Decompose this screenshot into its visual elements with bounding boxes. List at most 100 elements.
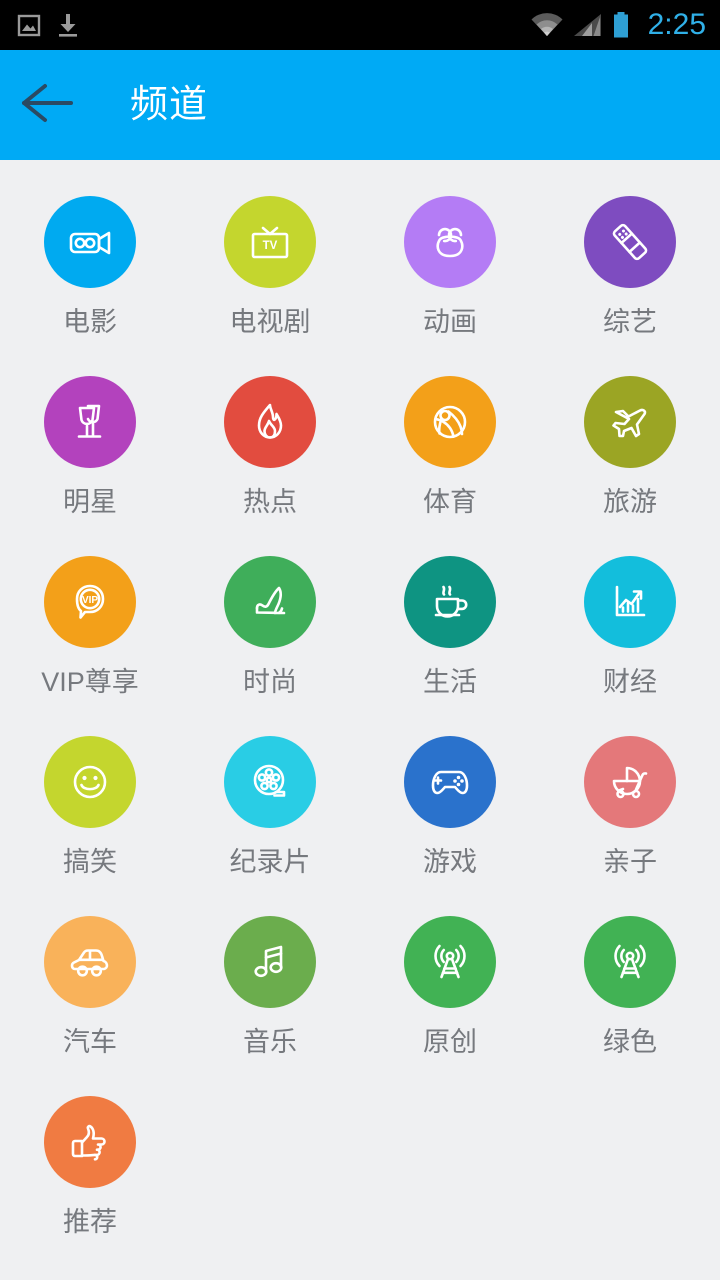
channel-label: 明星 <box>63 487 117 517</box>
channel-label: 汽车 <box>63 1027 117 1057</box>
channel-icon-circle[interactable] <box>584 736 676 828</box>
status-bar: 2:25 <box>0 0 720 50</box>
music-note-icon <box>246 938 294 986</box>
channel-item[interactable]: 生活 <box>360 552 540 732</box>
app-bar: 频道 <box>0 50 720 160</box>
channel-label: 亲子 <box>603 847 657 877</box>
channel-label: 音乐 <box>243 1027 297 1057</box>
channel-item[interactable]: VIP VIP尊享 <box>0 552 180 732</box>
remote-control-icon <box>606 218 654 266</box>
channel-label: 财经 <box>603 667 657 697</box>
channel-icon-circle[interactable] <box>224 916 316 1008</box>
channel-grid: 电影 TV 电视剧 动画 综艺 明星 热点 体育 旅游 VIP VIP尊享 时尚… <box>0 160 720 1272</box>
channel-item[interactable]: 动画 <box>360 192 540 372</box>
channel-item[interactable]: 音乐 <box>180 912 360 1092</box>
airplane-icon <box>606 398 654 446</box>
channel-item[interactable]: 推荐 <box>0 1092 180 1272</box>
svg-text:TV: TV <box>263 240 278 252</box>
film-reel-icon <box>246 758 294 806</box>
page-title: 频道 <box>130 84 209 126</box>
phone-screen: 2:25 频道 电影 TV 电视剧 动画 综艺 明星 热点 体育 旅游 VIP … <box>0 0 720 1280</box>
channel-icon-circle[interactable] <box>584 556 676 648</box>
channel-label: 时尚 <box>243 667 297 697</box>
channel-label: 综艺 <box>603 307 657 337</box>
channel-icon-circle[interactable] <box>44 916 136 1008</box>
cellular-signal-icon <box>573 12 603 38</box>
channel-icon-circle[interactable] <box>584 376 676 468</box>
flame-icon <box>246 398 294 446</box>
basketball-icon <box>426 398 474 446</box>
channel-label: 电视剧 <box>229 307 311 337</box>
channel-icon-circle[interactable]: TV <box>224 196 316 288</box>
channel-label: 生活 <box>423 667 477 697</box>
download-icon <box>56 12 80 38</box>
channel-label: 绿色 <box>603 1027 657 1057</box>
video-camera-icon <box>66 218 114 266</box>
channel-icon-circle[interactable] <box>224 736 316 828</box>
channel-item[interactable]: 财经 <box>540 552 720 732</box>
channel-icon-circle[interactable] <box>44 376 136 468</box>
svg-text:VIP: VIP <box>82 595 98 606</box>
broadcast-tower-icon <box>606 938 654 986</box>
channel-label: 热点 <box>243 487 297 517</box>
channel-label: 旅游 <box>603 487 657 517</box>
channel-item[interactable]: 明星 <box>0 372 180 552</box>
channel-icon-circle[interactable]: VIP <box>44 556 136 648</box>
channel-label: 纪录片 <box>229 847 311 877</box>
channel-item[interactable]: 搞笑 <box>0 732 180 912</box>
channel-icon-circle[interactable] <box>404 196 496 288</box>
channel-label: VIP尊享 <box>41 667 139 697</box>
channel-item[interactable]: 汽车 <box>0 912 180 1092</box>
channel-label: 动画 <box>423 307 477 337</box>
channel-icon-circle[interactable] <box>404 736 496 828</box>
channel-label: 推荐 <box>63 1207 117 1237</box>
channel-item[interactable]: 电影 <box>0 192 180 372</box>
channel-item[interactable]: 综艺 <box>540 192 720 372</box>
smiley-face-icon <box>66 758 114 806</box>
baby-stroller-icon <box>606 758 654 806</box>
channel-item[interactable]: 体育 <box>360 372 540 552</box>
back-button[interactable] <box>0 50 96 160</box>
bear-face-icon <box>426 218 474 266</box>
broadcast-tower-icon <box>426 938 474 986</box>
channel-icon-circle[interactable] <box>44 196 136 288</box>
growth-chart-icon <box>606 578 654 626</box>
screenshot-image-icon <box>16 12 42 38</box>
vip-badge-icon: VIP <box>66 578 114 626</box>
channel-item[interactable]: 旅游 <box>540 372 720 552</box>
battery-icon <box>612 11 630 39</box>
coffee-cup-icon <box>426 578 474 626</box>
channel-label: 原创 <box>423 1027 477 1057</box>
channel-label: 游戏 <box>423 847 477 877</box>
channel-icon-circle[interactable] <box>404 376 496 468</box>
channel-icon-circle[interactable] <box>44 1096 136 1188</box>
channel-item[interactable]: 时尚 <box>180 552 360 732</box>
channel-icon-circle[interactable] <box>224 556 316 648</box>
channel-icon-circle[interactable] <box>584 196 676 288</box>
channel-icon-circle[interactable] <box>584 916 676 1008</box>
channel-icon-circle[interactable] <box>224 376 316 468</box>
car-icon <box>66 938 114 986</box>
channel-icon-circle[interactable] <box>404 556 496 648</box>
wifi-icon <box>530 12 564 38</box>
channel-icon-circle[interactable] <box>44 736 136 828</box>
channel-label: 体育 <box>423 487 477 517</box>
status-bar-notification-icons <box>16 12 80 38</box>
wine-glasses-icon <box>66 398 114 446</box>
channel-item[interactable]: 绿色 <box>540 912 720 1092</box>
channel-item[interactable]: 热点 <box>180 372 360 552</box>
status-bar-clock: 2:25 <box>647 8 706 41</box>
channel-label: 搞笑 <box>63 847 117 877</box>
gamepad-icon <box>426 758 474 806</box>
channel-item[interactable]: TV 电视剧 <box>180 192 360 372</box>
status-bar-system-icons: 2:25 <box>530 10 706 40</box>
high-heel-shoe-icon <box>246 578 294 626</box>
channel-item[interactable]: 原创 <box>360 912 540 1092</box>
television-icon: TV <box>246 218 294 266</box>
channel-label: 电影 <box>63 307 117 337</box>
thumbs-up-icon <box>66 1118 114 1166</box>
channel-item[interactable]: 游戏 <box>360 732 540 912</box>
channel-icon-circle[interactable] <box>404 916 496 1008</box>
channel-item[interactable]: 亲子 <box>540 732 720 912</box>
channel-item[interactable]: 纪录片 <box>180 732 360 912</box>
